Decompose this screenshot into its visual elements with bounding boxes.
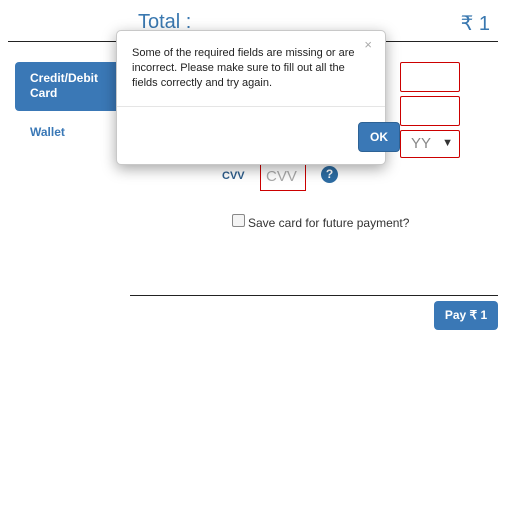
error-dialog: × Some of the required fields are missin…: [116, 30, 400, 165]
form-divider: [130, 295, 498, 296]
tab-wallet[interactable]: Wallet: [30, 125, 65, 139]
question-circle-icon[interactable]: ?: [321, 166, 338, 183]
name-on-card-input[interactable]: [400, 96, 460, 126]
dialog-message: Some of the required fields are missing …: [132, 47, 355, 89]
dialog-divider: [117, 106, 385, 107]
total-amount: ₹ 1: [460, 13, 490, 35]
cvv-label: CVV: [222, 170, 245, 182]
save-card-label: Save card for future payment?: [248, 216, 410, 230]
pay-button[interactable]: Pay ₹ 1: [434, 301, 498, 330]
expiry-year-select[interactable]: YY ▼: [400, 130, 460, 158]
save-card-checkbox[interactable]: [232, 214, 245, 227]
ok-button[interactable]: OK: [358, 122, 400, 152]
dropdown-arrow-icon: ▼: [442, 137, 453, 149]
cvv-input[interactable]: CVV: [260, 162, 306, 191]
card-number-input[interactable]: [400, 62, 460, 92]
tab-credit-debit-card-label: Credit/Debit Card: [30, 71, 99, 100]
tab-credit-debit-card[interactable]: Credit/Debit Card: [15, 62, 118, 111]
expiry-year-placeholder: YY: [411, 135, 432, 152]
